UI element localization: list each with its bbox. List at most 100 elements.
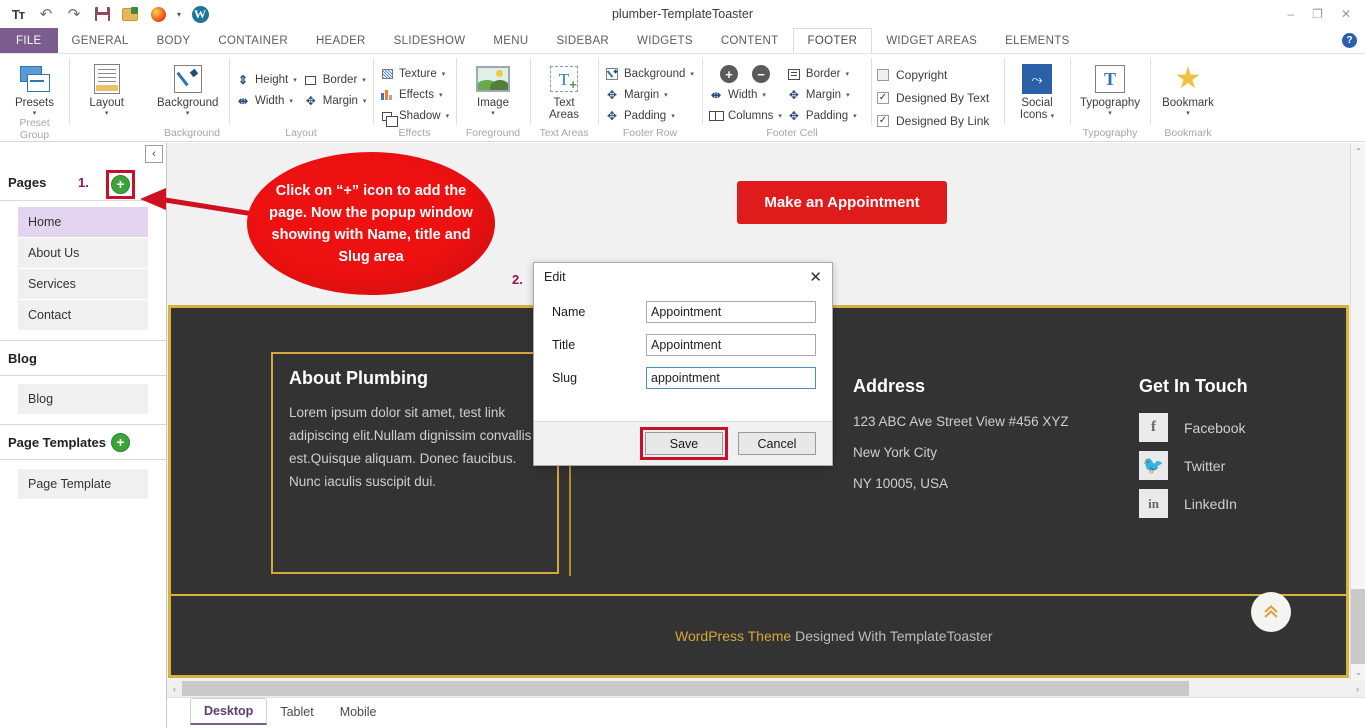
vertical-scroll-thumb[interactable] <box>1351 159 1365 589</box>
page-item-about-us[interactable]: About Us <box>18 238 148 268</box>
device-tab-desktop[interactable]: Desktop <box>190 698 267 725</box>
background-button[interactable]: Background ▾ <box>152 59 223 117</box>
copyright-checkbox-row[interactable]: Copyright <box>877 65 989 85</box>
typography-caret[interactable]: ▾ <box>1108 110 1112 117</box>
texture-button[interactable]: Texture▾ <box>379 65 449 83</box>
footer-row-padding-button[interactable]: ✥ Padding▾ <box>604 107 694 125</box>
save-button[interactable]: Save <box>645 432 723 455</box>
border-button[interactable]: Border▾ <box>303 71 367 89</box>
tab-widgets[interactable]: WIDGETS <box>623 28 707 53</box>
footer-copyright-bar[interactable]: WordPress Theme Designed With TemplateTo… <box>168 594 1349 678</box>
vertical-scrollbar[interactable]: ⌃ ⌄ <box>1350 143 1365 680</box>
tab-slideshow[interactable]: SLIDESHOW <box>380 28 480 53</box>
designed-by-text-checkbox-row[interactable]: ✓ Designed By Text <box>877 88 989 108</box>
social-caret[interactable]: ▾ <box>1051 113 1055 120</box>
scroll-right-icon[interactable]: › <box>1350 680 1365 697</box>
copyright-checkbox[interactable] <box>877 69 889 81</box>
margin-button[interactable]: ✥ Margin▾ <box>303 92 367 110</box>
image-button[interactable]: Image ▾ <box>462 59 524 117</box>
social-row-facebook[interactable]: f Facebook <box>1139 413 1339 442</box>
device-tab-tablet[interactable]: Tablet <box>267 698 326 725</box>
vertical-scroll-track[interactable] <box>1351 589 1365 664</box>
about-plumbing-widget[interactable]: About Plumbing Lorem ipsum dolor sit ame… <box>271 352 559 574</box>
scroll-down-icon[interactable]: ⌄ <box>1351 664 1365 680</box>
presets-button[interactable]: Presets ▾ <box>6 59 63 117</box>
add-page-button[interactable]: + <box>111 175 130 194</box>
page-item-contact[interactable]: Contact <box>18 300 148 330</box>
background-caret[interactable]: ▾ <box>186 110 190 117</box>
firefox-preview-icon[interactable] <box>146 3 170 25</box>
maximize-button[interactable]: ❐ <box>1312 7 1323 21</box>
close-icon[interactable]: ✕ <box>809 270 822 285</box>
minimize-button[interactable]: – <box>1287 7 1294 21</box>
layout-caret[interactable]: ▾ <box>105 110 109 117</box>
bookmark-caret[interactable]: ▾ <box>1186 110 1190 117</box>
page-item-home[interactable]: Home <box>18 207 148 237</box>
tab-widget-areas[interactable]: WIDGET AREAS <box>872 28 991 53</box>
horizontal-scrollbar[interactable]: ‹ › <box>167 680 1365 697</box>
horizontal-scroll-thumb[interactable] <box>182 681 1189 696</box>
wordpress-icon[interactable]: W <box>188 3 212 25</box>
shadow-icon <box>379 109 395 123</box>
footer-cell-columns-button[interactable]: Columns▾ <box>708 107 782 125</box>
open-icon[interactable] <box>118 3 142 25</box>
page-template-item[interactable]: Page Template <box>18 469 148 499</box>
height-button[interactable]: ⇕ Height▾ <box>235 71 297 89</box>
add-cell-icon[interactable]: + <box>720 65 738 83</box>
tab-container[interactable]: CONTAINER <box>204 28 302 53</box>
add-page-template-button[interactable]: + <box>111 433 130 452</box>
footer-row-margin-button[interactable]: ✥ Margin▾ <box>604 86 694 104</box>
tab-body[interactable]: BODY <box>143 28 205 53</box>
social-row-linkedin[interactable]: in LinkedIn <box>1139 489 1339 518</box>
undo-icon[interactable]: ↶ <box>34 3 58 25</box>
typography-button[interactable]: T Typography ▾ <box>1076 59 1144 117</box>
title-input[interactable] <box>646 334 816 356</box>
width-button[interactable]: ⇹ Width▾ <box>235 92 297 110</box>
footer-cell-width-button[interactable]: ⇹ Width▾ <box>708 86 782 104</box>
device-tab-mobile[interactable]: Mobile <box>327 698 390 725</box>
designed-by-text-checkbox[interactable]: ✓ <box>877 92 889 104</box>
make-appointment-button[interactable]: Make an Appointment <box>737 181 947 224</box>
tab-footer[interactable]: FOOTER <box>793 28 873 53</box>
footer-cell-margin-button[interactable]: ✥ Margin▾ <box>786 86 865 104</box>
shadow-button[interactable]: Shadow▾ <box>379 107 449 125</box>
tab-general[interactable]: GENERAL <box>58 28 143 53</box>
back-to-top-icon[interactable] <box>1251 592 1291 632</box>
redo-icon[interactable]: ↷ <box>62 3 86 25</box>
bookmark-button[interactable]: ★ Bookmark ▾ <box>1156 59 1220 117</box>
text-size-icon[interactable]: Tт <box>6 3 30 25</box>
cancel-button[interactable]: Cancel <box>738 432 816 455</box>
tab-file[interactable]: FILE <box>0 28 58 53</box>
text-areas-button[interactable]: T+ TextAreas <box>536 59 592 121</box>
remove-cell-icon[interactable]: − <box>752 65 770 83</box>
page-item-blog[interactable]: Blog <box>18 384 148 414</box>
padding-icon: ✥ <box>604 109 620 123</box>
social-icons-button[interactable]: ⤳ SocialIcons ▾ <box>1010 59 1064 121</box>
preview-dropdown-caret[interactable]: ▾ <box>174 3 184 25</box>
designed-by-link-checkbox-row[interactable]: ✓ Designed By Link <box>877 111 989 131</box>
scroll-up-icon[interactable]: ⌃ <box>1351 143 1365 159</box>
tab-elements[interactable]: ELEMENTS <box>991 28 1083 53</box>
scroll-left-icon[interactable]: ‹ <box>167 680 182 697</box>
footer-cell-padding-button[interactable]: ✥ Padding▾ <box>786 107 865 125</box>
tab-menu[interactable]: MENU <box>479 28 542 53</box>
social-row-twitter[interactable]: 🐦 Twitter <box>1139 451 1339 480</box>
tab-header[interactable]: HEADER <box>302 28 380 53</box>
name-input[interactable] <box>646 301 816 323</box>
footer-row-background-button[interactable]: Background▾ <box>604 65 694 83</box>
designed-by-link-checkbox[interactable]: ✓ <box>877 115 889 127</box>
edit-page-dialog[interactable]: Edit ✕ Name Title Slug Save Cancel <box>533 262 833 466</box>
presets-caret[interactable]: ▾ <box>33 110 37 117</box>
layout-button[interactable]: Layout ▾ <box>75 59 138 117</box>
collapse-sidebar-button[interactable]: ‹ <box>145 145 163 163</box>
tab-content[interactable]: CONTENT <box>707 28 793 53</box>
page-item-services[interactable]: Services <box>18 269 148 299</box>
slug-input[interactable] <box>646 367 816 389</box>
help-button[interactable]: ? <box>1342 28 1365 53</box>
image-caret[interactable]: ▾ <box>491 110 495 117</box>
save-icon[interactable] <box>90 3 114 25</box>
close-button[interactable]: ✕ <box>1341 7 1351 21</box>
effects-button[interactable]: Effects▾ <box>379 86 449 104</box>
tab-sidebar[interactable]: SIDEBAR <box>542 28 623 53</box>
footer-cell-border-button[interactable]: Border▾ <box>786 65 865 83</box>
